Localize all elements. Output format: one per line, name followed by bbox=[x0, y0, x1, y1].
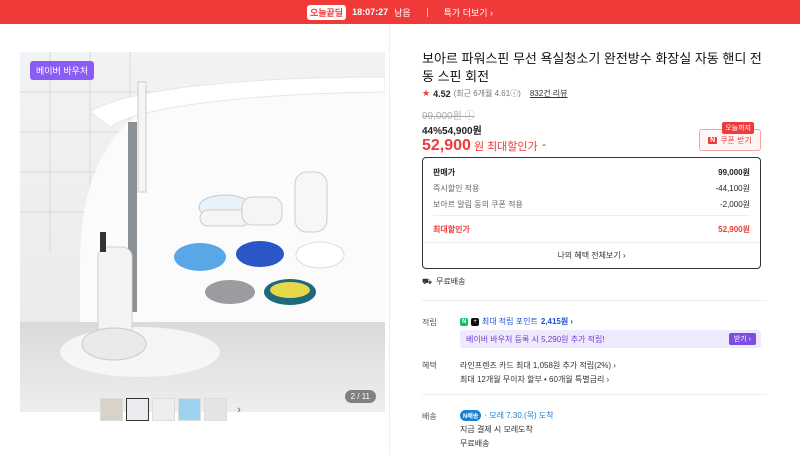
star-icon: ★ bbox=[422, 88, 431, 98]
divider bbox=[426, 7, 428, 17]
max-price-unit: 원 bbox=[473, 141, 485, 153]
voucher-promo-text: 베이버 바우처 등록 시 5,290원 추가 적립! bbox=[466, 334, 605, 344]
sale-price-value: 99,000원 bbox=[718, 168, 750, 177]
sale-price-label: 판매가 bbox=[433, 168, 456, 177]
chevron-up-icon: ⌃ bbox=[540, 143, 548, 152]
max-points-value: 2,415원 › bbox=[540, 317, 574, 326]
original-price: 99,000원 ⓘ bbox=[422, 111, 475, 122]
delivery-note: 지금 결제 시 모레도착 bbox=[460, 425, 533, 434]
max-discount-row: 최대할인가 52,900원 bbox=[433, 224, 750, 235]
naver-n-icon: N bbox=[708, 136, 718, 144]
alarm-coupon-row: 보아르 알림 동의 쿠폰 적용 -2,000원 bbox=[433, 199, 750, 210]
coupon-label: 쿠폰 받기 bbox=[720, 135, 752, 145]
max-points-text: 최대 적립 포인트 bbox=[481, 317, 538, 326]
installment-benefit-link[interactable]: 최대 12개월 무이자 할부 • 60개월 특별금리 › bbox=[460, 374, 609, 385]
max-discount-label: 최대할인가 bbox=[433, 225, 470, 234]
image-page-indicator: 2 / 11 bbox=[344, 390, 376, 403]
delivery-eta: N배송 · 모레 7.30.(목) 도착 bbox=[460, 410, 554, 421]
discount-price: 44%54,900원 bbox=[422, 126, 482, 137]
thumbnail[interactable] bbox=[178, 398, 201, 421]
card-benefit-link[interactable]: 라인프렌즈 카드 최대 1,058원 추가 적립(2%) › bbox=[460, 360, 616, 371]
coupon-deadline-tag: 오늘까지 bbox=[722, 122, 754, 134]
review-count-link[interactable]: 832건 리뷰 bbox=[530, 88, 568, 99]
rating-recent: (최근 6개월 4.61ⓘ) bbox=[453, 89, 521, 98]
all-benefits-link[interactable]: 나의 혜택 전체보기 › bbox=[423, 250, 760, 261]
delivery-eta-text: · 모레 7.30.(목) 도착 bbox=[484, 411, 554, 420]
product-gallery: 베이버 바우처 2 / 11 › bbox=[0, 24, 390, 454]
alarm-coupon-value: -2,000원 bbox=[719, 200, 750, 209]
truck-icon: ⛟ bbox=[422, 276, 433, 286]
more-deals-link[interactable]: 특가 더보기 › bbox=[444, 6, 493, 19]
points-label: 적립 bbox=[422, 318, 437, 327]
max-points-link[interactable]: N + 최대 적립 포인트 2,415원 › bbox=[460, 316, 573, 327]
deal-timer-bar: 오늘끝딜 18:07:27 남음 특가 더보기 › bbox=[0, 0, 800, 24]
rating-row: ★ 4.52 (최근 6개월 4.61ⓘ) 832건 리뷰 bbox=[422, 88, 568, 99]
deal-timer: 18:07:27 bbox=[352, 7, 389, 17]
rating-score: 4.52 bbox=[433, 88, 451, 99]
deal-timer-suffix: 남음 bbox=[394, 7, 411, 18]
delivery-label: 배송 bbox=[422, 412, 437, 421]
divider bbox=[422, 394, 767, 395]
voucher-badge: 베이버 바우처 bbox=[30, 61, 95, 80]
plus-membership-icon: + bbox=[471, 317, 479, 326]
thumbnail[interactable] bbox=[152, 398, 175, 421]
thumbnail-strip: › bbox=[100, 398, 248, 421]
thumbnail[interactable] bbox=[204, 398, 227, 421]
alarm-coupon-label: 보아르 알림 동의 쿠폰 적용 bbox=[433, 200, 523, 209]
n-delivery-badge: N배송 bbox=[460, 410, 482, 421]
delivery-fee: 무료배송 bbox=[460, 439, 490, 448]
thumbnail-active[interactable] bbox=[126, 398, 149, 421]
product-main-image[interactable]: 베이버 바우처 2 / 11 bbox=[20, 52, 385, 412]
naver-pay-icon: N bbox=[460, 317, 469, 326]
instant-discount-value: -44,100원 bbox=[715, 184, 751, 193]
benefits-label: 혜택 bbox=[422, 361, 437, 370]
max-discount-value: 52,900원 bbox=[718, 225, 750, 234]
voucher-promo-bar: 베이버 바우처 등록 시 5,290원 추가 적립! 받기 › bbox=[460, 330, 761, 348]
max-discount-price[interactable]: 52,900 원 최대할인가 ⌃ bbox=[422, 137, 547, 155]
coupon-button[interactable]: 오늘까지 N 쿠폰 받기 bbox=[699, 122, 761, 151]
sale-price-row: 판매가 99,000원 bbox=[433, 167, 750, 178]
deal-brand-label: 오늘끝딜 bbox=[306, 4, 347, 20]
free-shipping-row: ⛟ 무료배송 bbox=[422, 276, 466, 287]
chevron-right-icon[interactable]: › bbox=[230, 404, 248, 416]
price-breakdown-box: 판매가 99,000원 즉시할인 적용 -44,100원 보아르 알림 동의 쿠… bbox=[422, 157, 761, 269]
divider bbox=[433, 215, 750, 216]
thumbnail[interactable] bbox=[100, 398, 123, 421]
divider bbox=[423, 242, 760, 243]
free-shipping-label: 무료배송 bbox=[436, 277, 466, 286]
voucher-get-button[interactable]: 받기 › bbox=[728, 333, 756, 345]
product-title: 보아르 파워스핀 무선 욕실청소기 완전방수 화장실 자동 핸디 전동 스핀 회… bbox=[422, 51, 762, 84]
instant-discount-row: 즉시할인 적용 -44,100원 bbox=[433, 183, 750, 194]
max-price-number: 52,900 bbox=[422, 137, 471, 154]
divider bbox=[422, 300, 767, 301]
max-price-label: 최대할인가 bbox=[487, 141, 538, 153]
product-photo-illustration bbox=[20, 52, 385, 412]
instant-discount-label: 즉시할인 적용 bbox=[433, 184, 480, 193]
